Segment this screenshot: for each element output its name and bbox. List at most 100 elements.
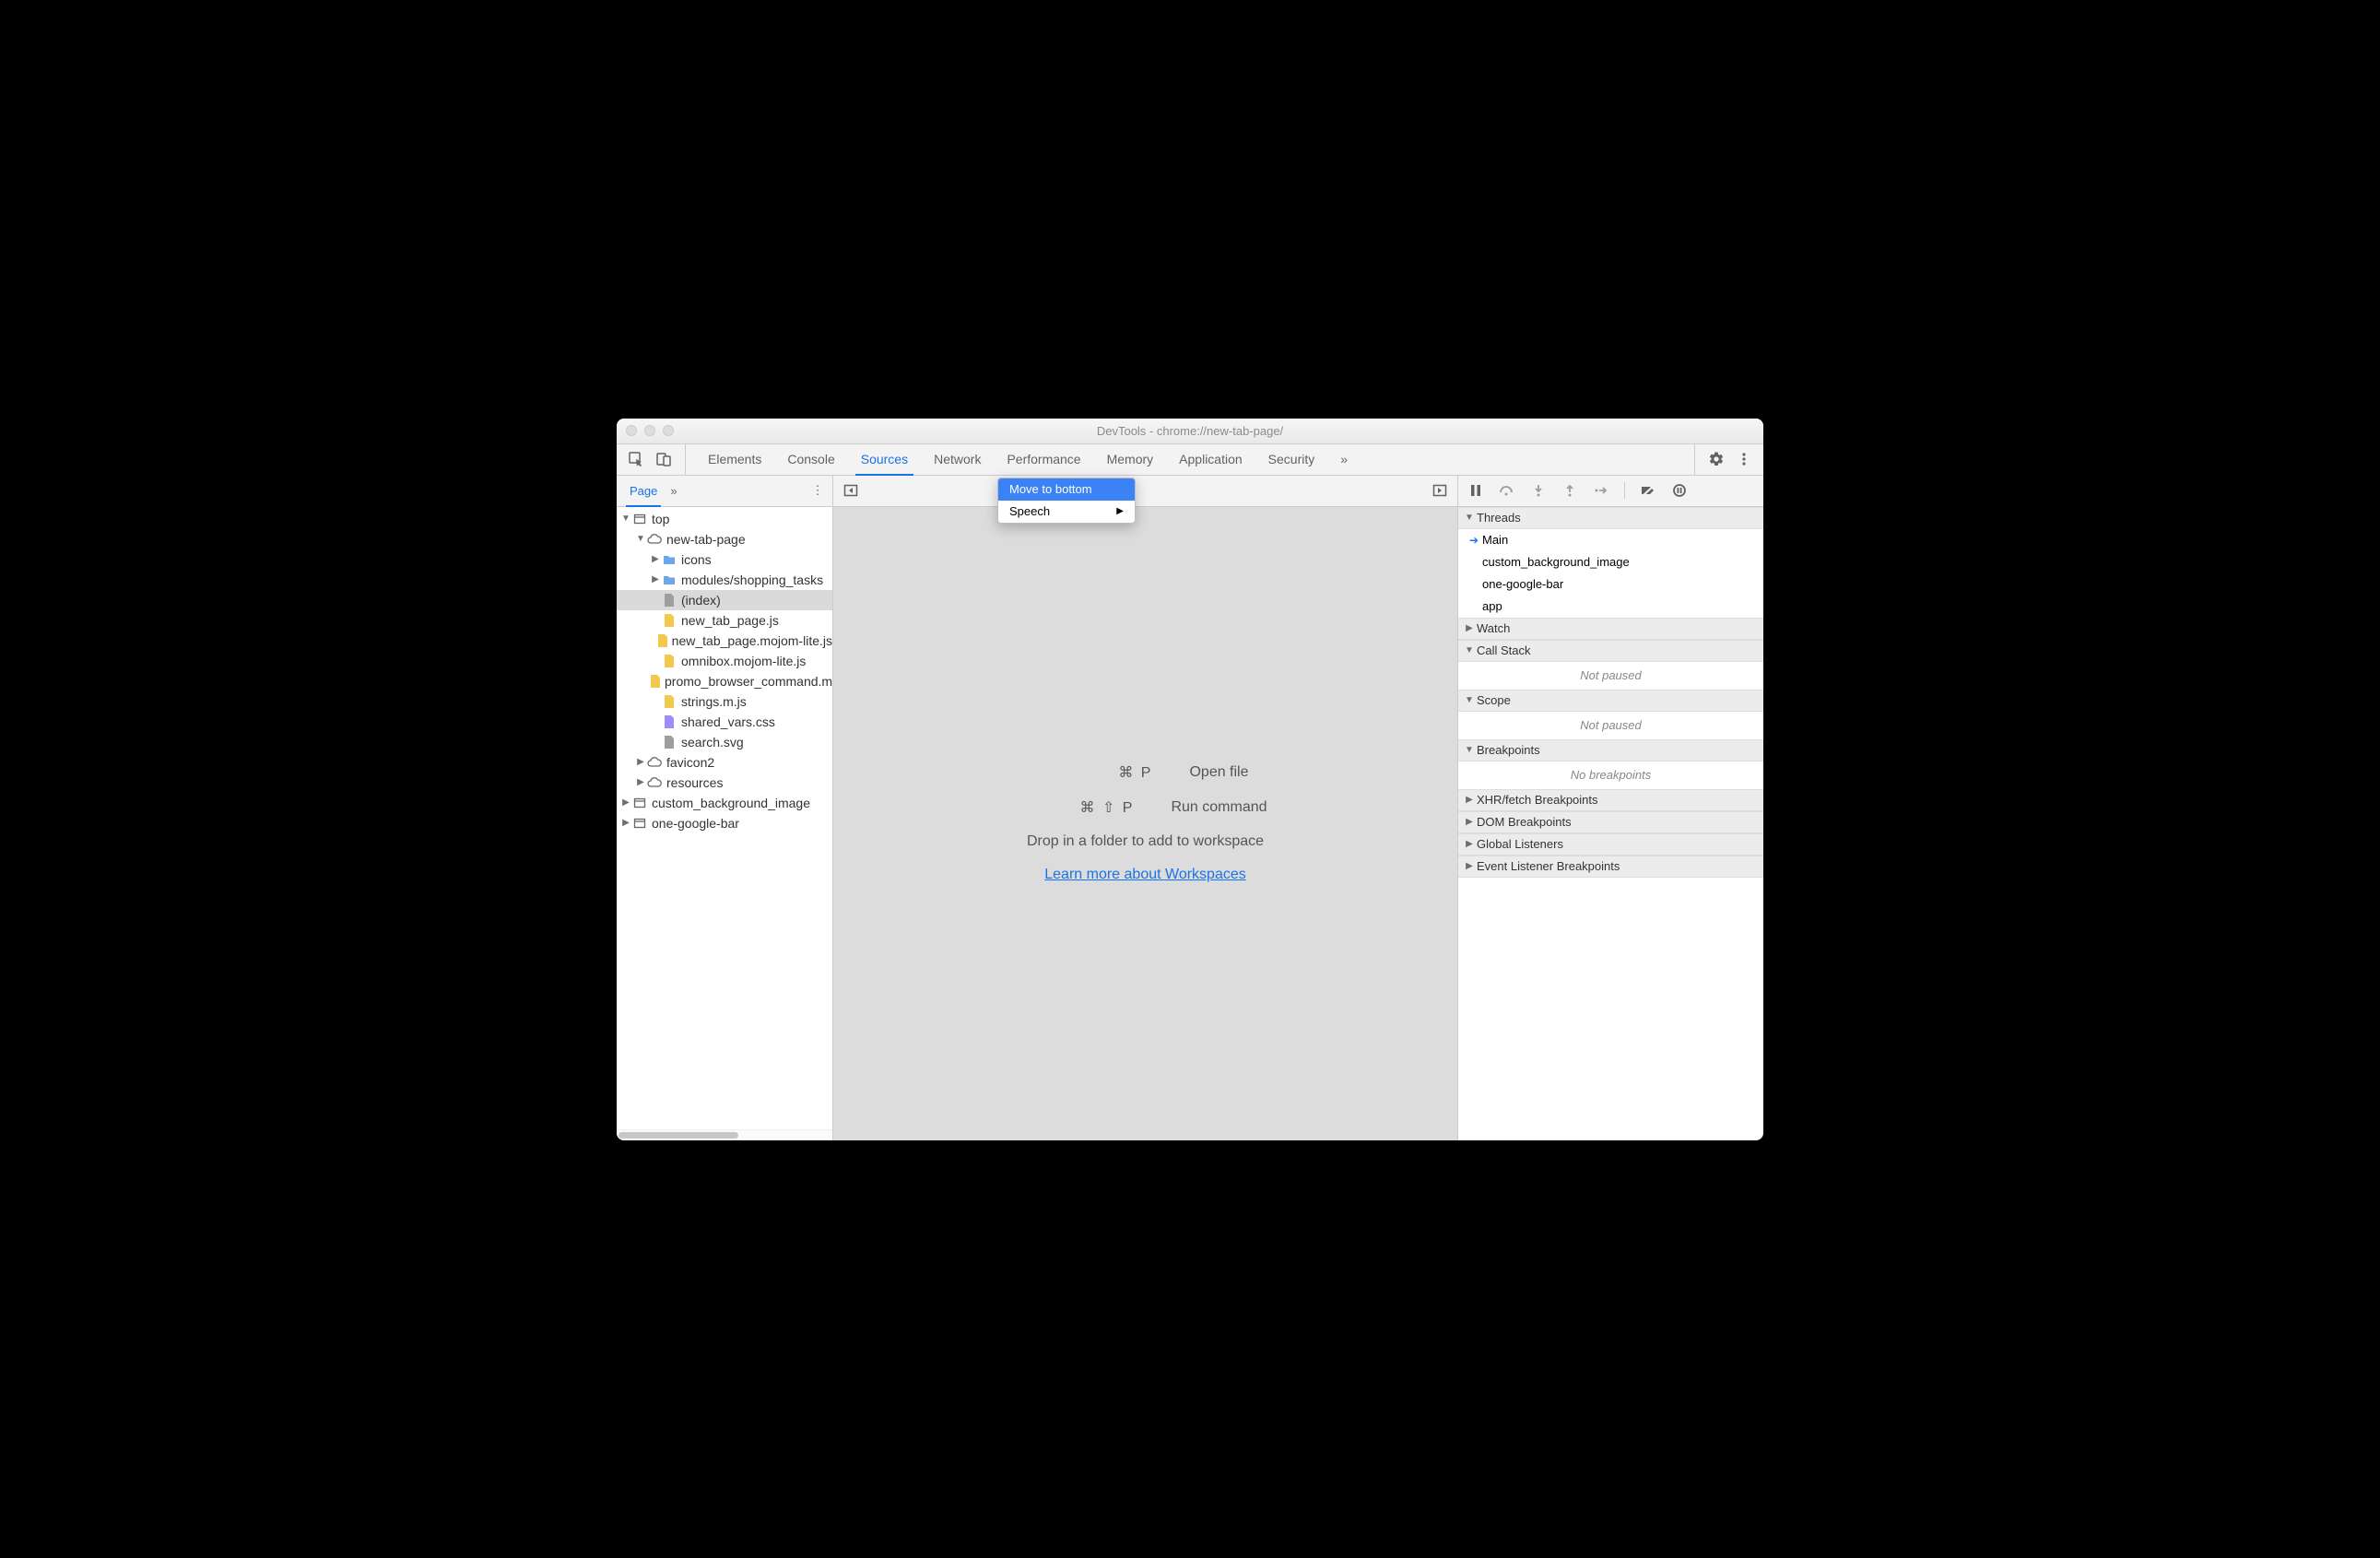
file-js-icon [661, 614, 677, 627]
tree-item[interactable]: new_tab_page.mojom-lite.js [617, 631, 832, 651]
tree-item[interactable]: ▶one-google-bar [617, 813, 832, 833]
tree-item[interactable]: ▶resources [617, 773, 832, 793]
twisty-icon: ▼ [1464, 695, 1475, 705]
device-toggle-icon[interactable] [652, 447, 676, 471]
callstack-placeholder: Not paused [1458, 662, 1763, 690]
tree-item-label: new-tab-page [666, 532, 746, 547]
step-over-icon[interactable] [1497, 480, 1517, 501]
section-breakpoints[interactable]: ▼Breakpoints [1458, 739, 1763, 761]
pause-icon[interactable] [1466, 480, 1486, 501]
twisty-icon: ▼ [620, 513, 631, 524]
twisty-icon: ▶ [1464, 795, 1475, 805]
cloud-icon [646, 777, 663, 788]
tree-item[interactable]: omnibox.mojom-lite.js [617, 651, 832, 671]
hide-debugger-icon[interactable] [1430, 480, 1450, 501]
thread-item[interactable]: ➔app [1458, 596, 1763, 618]
twisty-icon: ▶ [1464, 839, 1475, 849]
thread-item[interactable]: ➔one-google-bar [1458, 573, 1763, 596]
tab-memory[interactable]: Memory [1094, 444, 1167, 475]
toolbar-separator [1624, 482, 1625, 499]
tree-item-label: modules/shopping_tasks [681, 572, 823, 587]
section-xhr-breakpoints[interactable]: ▶XHR/fetch Breakpoints [1458, 789, 1763, 811]
tree-item[interactable]: shared_vars.css [617, 712, 832, 732]
window-title: DevTools - chrome://new-tab-page/ [617, 424, 1763, 438]
step-out-icon[interactable] [1560, 480, 1580, 501]
thread-label: app [1482, 599, 1502, 613]
scrollbar-thumb[interactable] [619, 1132, 738, 1139]
thread-label: one-google-bar [1482, 577, 1563, 591]
section-label: Breakpoints [1477, 743, 1540, 757]
section-watch[interactable]: ▶Watch [1458, 618, 1763, 640]
tree-item[interactable]: promo_browser_command.mojom-lite.js [617, 671, 832, 691]
section-label: Threads [1477, 511, 1521, 525]
section-label: DOM Breakpoints [1477, 815, 1572, 829]
tab-application[interactable]: Application [1166, 444, 1255, 475]
twisty-icon: ▶ [620, 818, 631, 828]
step-icon[interactable] [1591, 480, 1611, 501]
section-call-stack[interactable]: ▼Call Stack [1458, 640, 1763, 662]
section-label: Event Listener Breakpoints [1477, 859, 1620, 873]
menu-move-to-bottom[interactable]: Move to bottom [998, 478, 1135, 501]
file-gray-icon [661, 736, 677, 749]
tab-security[interactable]: Security [1255, 444, 1328, 475]
section-dom-breakpoints[interactable]: ▶DOM Breakpoints [1458, 811, 1763, 833]
frame-icon [631, 797, 648, 809]
file-js-icon [661, 655, 677, 667]
twisty-icon: ▶ [1464, 623, 1475, 633]
twisty-icon: ▶ [635, 777, 646, 787]
workspaces-learn-link[interactable]: Learn more about Workspaces [1044, 867, 1245, 883]
tree-item[interactable]: ▶icons [617, 549, 832, 570]
context-menu: Move to bottom Speech ▶ [997, 478, 1136, 524]
tree-item-label: icons [681, 552, 712, 567]
tree-item[interactable]: ▼ new-tab-page [617, 529, 832, 549]
tree-item-label: favicon2 [666, 755, 714, 770]
pause-on-exceptions-icon[interactable] [1669, 480, 1690, 501]
inspect-icon[interactable] [624, 447, 648, 471]
file-js-icon [657, 634, 668, 647]
editor-placeholder: ⌘ P Open file ⌘ ⇧ P Run command Drop in … [833, 507, 1457, 1140]
menu-speech[interactable]: Speech ▶ [998, 501, 1135, 523]
traffic-close[interactable] [626, 425, 637, 436]
tab-overflow[interactable]: » [1327, 444, 1361, 475]
tab-elements[interactable]: Elements [695, 444, 774, 475]
hide-navigator-icon[interactable] [841, 480, 861, 501]
frame-icon [631, 513, 648, 525]
traffic-zoom[interactable] [663, 425, 674, 436]
traffic-minimize[interactable] [644, 425, 655, 436]
section-scope[interactable]: ▼Scope [1458, 690, 1763, 712]
tree-item[interactable]: new_tab_page.js [617, 610, 832, 631]
titlebar: DevTools - chrome://new-tab-page/ [617, 419, 1763, 444]
tree-item[interactable]: ▶ favicon2 [617, 752, 832, 773]
settings-icon[interactable] [1704, 447, 1728, 471]
twisty-icon: ▼ [635, 534, 646, 544]
step-into-icon[interactable] [1528, 480, 1549, 501]
tab-performance[interactable]: Performance [994, 444, 1093, 475]
navigator-tab-page[interactable]: Page [622, 476, 665, 506]
tab-network[interactable]: Network [921, 444, 994, 475]
run-command-label: Run command [1171, 799, 1267, 816]
tab-sources[interactable]: Sources [848, 444, 921, 475]
deactivate-breakpoints-icon[interactable] [1638, 480, 1658, 501]
tree-item[interactable]: search.svg [617, 732, 832, 752]
tree-item[interactable]: ▶ modules/shopping_tasks [617, 570, 832, 590]
tree-item[interactable]: (index) [617, 590, 832, 610]
run-command-keys: ⌘ ⇧ P [1023, 798, 1134, 817]
horizontal-scrollbar[interactable] [617, 1129, 832, 1140]
thread-item[interactable]: ➔Main [1458, 529, 1763, 551]
devtools-window: DevTools - chrome://new-tab-page/ Elemen… [617, 419, 1763, 1140]
tab-console[interactable]: Console [774, 444, 847, 475]
tree-item[interactable]: ▶custom_background_image [617, 793, 832, 813]
kebab-menu-icon[interactable] [1732, 447, 1756, 471]
navigator-overflow[interactable]: » [670, 484, 677, 498]
section-threads[interactable]: ▼Threads [1458, 507, 1763, 529]
section-event-listener-breakpoints[interactable]: ▶Event Listener Breakpoints [1458, 856, 1763, 878]
tree-item[interactable]: ▼top [617, 509, 832, 529]
twisty-icon: ▶ [635, 757, 646, 767]
tree-item[interactable]: strings.m.js [617, 691, 832, 712]
section-global-listeners[interactable]: ▶Global Listeners [1458, 833, 1763, 856]
navigator-more-icon[interactable]: ⋮ [808, 483, 827, 498]
file-tree: ▼top▼new-tab-page▶icons▶modules/shopping… [617, 507, 832, 1129]
section-label: Call Stack [1477, 643, 1531, 657]
thread-item[interactable]: ➔custom_background_image [1458, 551, 1763, 573]
twisty-icon: ▶ [650, 574, 661, 584]
